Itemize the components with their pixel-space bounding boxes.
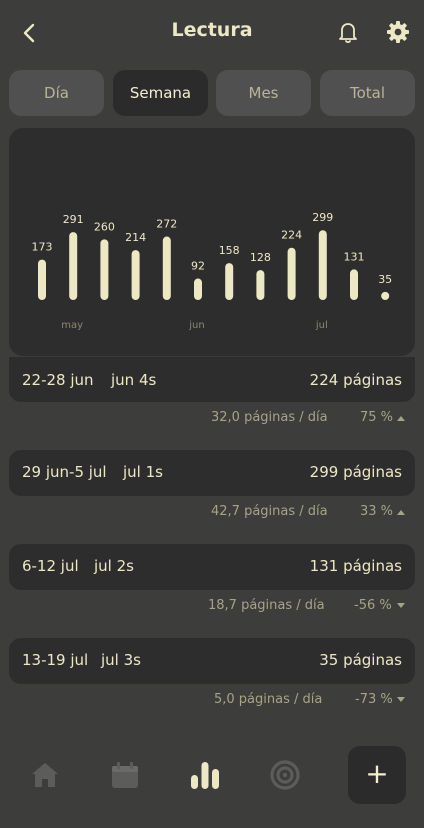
chart-bar (131, 250, 140, 300)
week-pages: 299 páginas (309, 463, 402, 481)
tab-total[interactable]: Total (320, 70, 415, 116)
caret-up-icon (397, 416, 405, 421)
chart-bar (38, 259, 46, 300)
bar-value-label: 224 (281, 229, 302, 242)
week-tag: jul 2s (94, 557, 134, 575)
bar-value-label: 214 (125, 231, 146, 244)
chart-bar (69, 232, 78, 300)
week-pages: 35 páginas (319, 651, 402, 669)
bar-value-label: 128 (250, 251, 271, 264)
header: Lectura (0, 0, 424, 64)
bar-value-label: 173 (32, 241, 53, 254)
month-label: may (61, 320, 83, 331)
week-stats-3: 18,7 páginas / día -56 % (9, 594, 415, 618)
week-range: 29 jun-5 jul (22, 463, 107, 481)
bar-value-label: 131 (344, 250, 365, 263)
tab-dia[interactable]: Día (9, 70, 104, 116)
week-stats-2: 42,7 páginas / día 33 % (9, 500, 415, 524)
bell-icon[interactable] (334, 18, 362, 46)
chart-bar (350, 269, 358, 300)
home-icon[interactable] (28, 758, 62, 792)
week-range: 6-12 jul (22, 557, 79, 575)
chart-bar (162, 236, 171, 300)
week-card-1[interactable]: 22-28 jun jun 4s 224 páginas (9, 357, 415, 402)
chart-bar (225, 263, 234, 300)
month-label: jun (188, 320, 204, 331)
caret-down-icon (397, 697, 405, 702)
week-range: 13-19 jul (22, 651, 89, 669)
bar-value-label: 272 (156, 218, 177, 231)
week-range: 22-28 jun (22, 371, 94, 389)
month-label: jul (315, 320, 328, 331)
week-average: 32,0 páginas / día (211, 410, 328, 425)
week-average: 5,0 páginas / día (214, 692, 323, 707)
bar-value-label: 260 (94, 220, 115, 233)
week-tag: jun 4s (111, 371, 157, 389)
add-button-label: + (365, 757, 389, 790)
period-tabs: Día Semana Mes Total (9, 70, 415, 116)
bar-chart: 173 291 260 214 272 92 158 128 224 299 131 35 may jun… (32, 211, 393, 331)
caret-down-icon (397, 603, 405, 608)
week-pages: 131 páginas (309, 557, 402, 575)
week-card-2[interactable]: 29 jun-5 jul jul 1s 299 páginas (9, 450, 415, 496)
week-card-4[interactable]: 13-19 jul jul 3s 35 páginas (9, 638, 415, 684)
add-button[interactable]: + (348, 746, 406, 804)
week-tag: jul 1s (123, 463, 163, 481)
chart-bar (318, 230, 327, 300)
weekly-chart: 173 291 260 214 272 92 158 128 224 299 131 35 may jun… (9, 128, 415, 356)
bar-value-label: 158 (219, 244, 240, 257)
week-card-3[interactable]: 6-12 jul jul 2s 131 páginas (9, 544, 415, 590)
week-tag: jul 3s (101, 651, 141, 669)
bottom-navigation: + (0, 740, 424, 828)
bar-value-label: 291 (63, 213, 84, 226)
tab-semana[interactable]: Semana (113, 70, 208, 116)
week-change: 75 % (360, 410, 394, 425)
gear-icon[interactable] (384, 18, 412, 46)
stats-icon[interactable] (188, 758, 222, 792)
bar-value-label: 35 (378, 273, 392, 286)
week-change: -56 % (354, 598, 392, 613)
week-pages: 224 páginas (309, 371, 402, 389)
week-average: 42,7 páginas / día (211, 504, 328, 519)
bar-value-label: 299 (312, 211, 333, 224)
chart-bar (194, 278, 202, 300)
week-stats-4: 5,0 páginas / día -73 % (9, 688, 415, 712)
caret-up-icon (397, 510, 405, 515)
week-average: 18,7 páginas / día (208, 598, 325, 613)
chart-bar (100, 239, 109, 300)
week-stats-1: 32,0 páginas / día 75 % (9, 406, 415, 430)
calendar-icon[interactable] (108, 758, 142, 792)
chart-bar (287, 247, 296, 300)
chart-bar (256, 270, 265, 300)
chart-bar (381, 291, 390, 300)
tab-mes[interactable]: Mes (216, 70, 311, 116)
target-icon[interactable] (268, 758, 302, 792)
bar-value-label: 92 (191, 260, 205, 273)
week-change: -73 % (355, 692, 393, 707)
week-change: 33 % (360, 504, 394, 519)
